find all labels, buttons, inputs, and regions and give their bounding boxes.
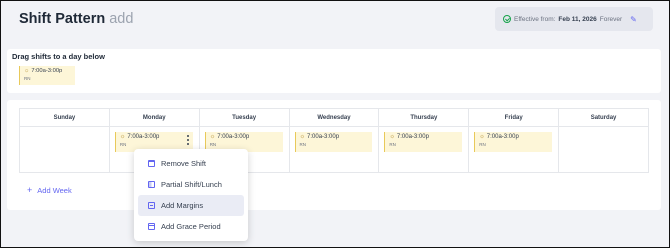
- draggable-shift-chip[interactable]: ☼ 7:00a-3:00p RN: [19, 66, 75, 85]
- shift-role: RN: [119, 142, 127, 147]
- drag-shifts-title: Drag shifts to a day below: [12, 52, 105, 61]
- menu-item-add-margins[interactable]: Add Margins: [138, 195, 244, 216]
- shift-time: 7:00a-3:00p: [31, 68, 63, 74]
- shift-chip-thursday[interactable]: ☼ 7:00a-3:00p RN: [384, 132, 463, 152]
- sun-icon: ☼: [119, 134, 126, 140]
- day-header-thursday: Thursday: [378, 108, 470, 127]
- partial-shift-icon: [148, 181, 155, 188]
- shift-chip-friday[interactable]: ☼ 7:00a-3:00p RN: [474, 132, 553, 152]
- sun-icon: ☼: [24, 68, 30, 74]
- pencil-icon[interactable]: ✎: [630, 15, 637, 24]
- day-header-wednesday: Wednesday: [288, 108, 380, 127]
- add-week-button[interactable]: + Add Week: [27, 185, 72, 195]
- sun-icon: ☼: [389, 134, 395, 140]
- week-header-row: Sunday Monday Tuesday Wednesday Thursday…: [19, 108, 649, 127]
- day-header-tuesday: Tuesday: [198, 108, 290, 127]
- menu-item-add-grace-period[interactable]: Add Grace Period: [138, 216, 244, 237]
- shift-time: 7:00a-3:00p: [307, 134, 340, 140]
- add-week-label: Add Week: [37, 186, 72, 195]
- effective-date: Feb 11, 2026: [558, 15, 597, 23]
- day-cell-wednesday[interactable]: ☼ 7:00a-3:00p RN: [288, 126, 380, 173]
- effective-label: Effective from:: [514, 15, 556, 23]
- day-cell-sunday[interactable]: [19, 126, 110, 173]
- effective-until: Forever: [599, 15, 623, 23]
- shift-role: RN: [209, 142, 217, 147]
- week-row: ☼ 7:00a-3:00p RN ☼ 7:00a-3:00p RN ☼ 7:00a-3…: [19, 126, 649, 173]
- shift-role: RN: [389, 142, 396, 147]
- day-cell-saturday[interactable]: [558, 126, 649, 173]
- menu-item-label: Remove Shift: [161, 159, 207, 168]
- day-header-sunday: Sunday: [19, 108, 110, 127]
- page-title-text: Shift Pattern: [19, 11, 106, 27]
- margins-icon: [148, 202, 155, 209]
- shift-time: 7:00a-3:00p: [486, 134, 519, 140]
- page-title-subtitle: add: [109, 11, 134, 27]
- shift-role: RN: [24, 76, 31, 81]
- day-cell-friday[interactable]: ☼ 7:00a-3:00p RN: [468, 126, 560, 173]
- sun-icon: ☼: [479, 134, 485, 140]
- menu-item-remove-shift[interactable]: Remove Shift: [138, 153, 244, 174]
- day-cell-thursday[interactable]: ☼ 7:00a-3:00p RN: [378, 126, 470, 173]
- shift-role: RN: [299, 142, 307, 147]
- trash-icon: [148, 160, 155, 167]
- shift-time: 7:00a-3:00p: [127, 134, 160, 140]
- sun-icon: ☼: [209, 134, 216, 140]
- shift-chip-wednesday[interactable]: ☼ 7:00a-3:00p RN: [294, 132, 373, 152]
- shift-context-menu: Remove Shift Partial Shift/Lunch Add Mar…: [134, 149, 248, 241]
- plus-icon: +: [27, 185, 33, 195]
- kebab-menu-icon[interactable]: [185, 134, 191, 146]
- week-grid-panel: Sunday Monday Tuesday Wednesday Thursday…: [7, 100, 661, 210]
- shift-time: 7:00a-3:00p: [396, 134, 429, 140]
- calendar-icon: [148, 223, 155, 230]
- app-frame: Shift Pattern add Effective from: Feb 11,…: [0, 0, 670, 248]
- day-header-saturday: Saturday: [558, 108, 649, 127]
- shift-role: RN: [479, 142, 486, 147]
- menu-item-label: Add Margins: [161, 201, 204, 210]
- week-table: Sunday Monday Tuesday Wednesday Thursday…: [19, 108, 649, 173]
- page-title: Shift Pattern add: [19, 11, 133, 27]
- day-header-friday: Friday: [468, 108, 560, 127]
- day-header-monday: Monday: [108, 108, 200, 127]
- menu-item-partial-shift[interactable]: Partial Shift/Lunch: [138, 174, 244, 195]
- sun-icon: ☼: [299, 134, 306, 140]
- shift-time: 7:00a-3:00p: [217, 134, 250, 140]
- menu-item-label: Add Grace Period: [161, 222, 221, 231]
- menu-item-label: Partial Shift/Lunch: [161, 180, 222, 189]
- effective-date-badge[interactable]: Effective from: Feb 11, 2026 Forever ✎: [495, 7, 653, 31]
- check-circle-icon: [503, 15, 511, 23]
- drag-shifts-panel: Drag shifts to a day below ☼ 7:00a-3:00p …: [7, 49, 661, 93]
